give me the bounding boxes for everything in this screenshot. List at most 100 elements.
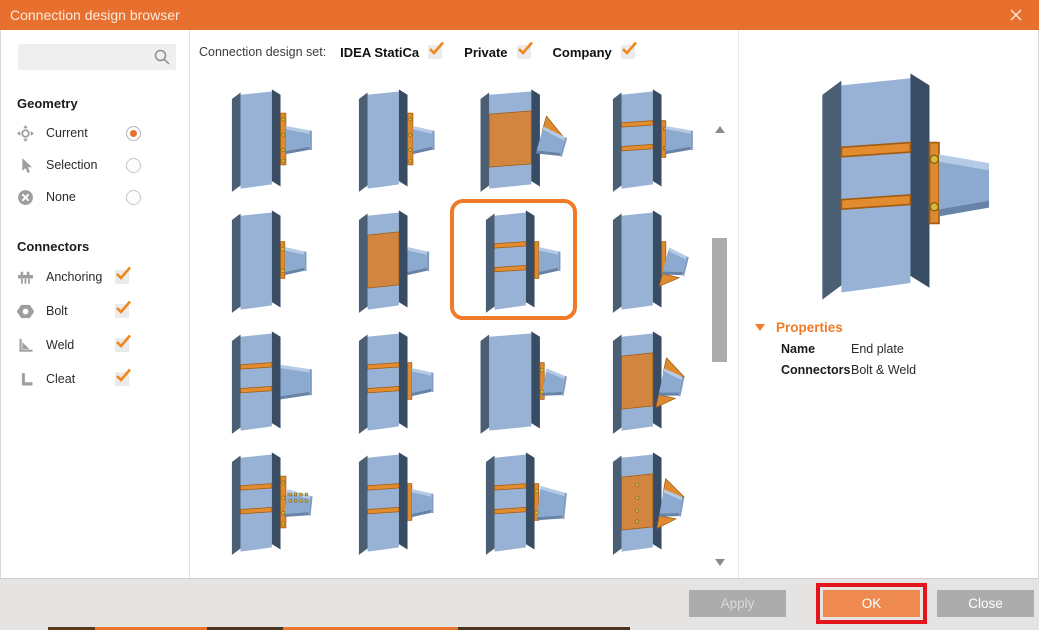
property-row-name: Name End plate: [755, 342, 1038, 356]
connectors-heading: Connectors: [17, 239, 90, 254]
connector-bolt[interactable]: Bolt: [1, 294, 189, 328]
radio-selection[interactable]: [126, 157, 141, 173]
set-label: Company: [552, 44, 612, 60]
thumbnail[interactable]: [323, 320, 450, 441]
connection-thumbnail-image: [612, 209, 689, 313]
properties-section: Properties Name End plate Connectors Bol…: [739, 320, 1038, 377]
collapse-triangle-icon[interactable]: [755, 324, 765, 331]
thumbnail[interactable]: [196, 199, 323, 320]
design-set-label: Connection design set:: [199, 45, 327, 59]
thumbnail[interactable]: [577, 320, 704, 441]
design-set-bar: Connection design set: IDEA StatiCa Priv…: [190, 30, 738, 74]
search-box[interactable]: [18, 44, 176, 70]
thumbnail-selected[interactable]: [450, 199, 577, 320]
set-label: Private: [464, 44, 508, 60]
preview-panel: Properties Name End plate Connectors Bol…: [738, 30, 1038, 578]
property-row-connectors: Connectors Bolt & Weld: [755, 363, 1038, 377]
target-icon: [17, 124, 34, 142]
connection-thumbnail-image: [612, 88, 693, 192]
geometry-option-none[interactable]: None: [1, 181, 189, 213]
scrollbar[interactable]: [712, 120, 728, 568]
connector-anchoring[interactable]: Anchoring: [1, 260, 189, 294]
filter-sidebar: Geometry Current Selection None Connecto…: [1, 30, 190, 578]
connector-weld[interactable]: Weld: [1, 328, 189, 362]
property-value: End plate: [851, 342, 904, 356]
connection-thumbnail-image: [485, 209, 560, 313]
connection-thumbnail-image: [485, 451, 567, 555]
connection-thumbnail-image: [231, 88, 312, 192]
thumbnail[interactable]: [196, 78, 323, 199]
properties-header[interactable]: Properties: [755, 320, 1038, 335]
thumbnail[interactable]: [450, 320, 577, 441]
radio-current[interactable]: [126, 125, 141, 141]
bolt-icon: [16, 303, 35, 320]
checkbox-cleat[interactable]: [115, 368, 131, 386]
connection-thumbnail-image: [231, 330, 312, 434]
thumbnail[interactable]: [323, 441, 450, 562]
thumbnail[interactable]: [196, 441, 323, 562]
thumbnail-grid: [196, 78, 694, 562]
checkbox-anchoring[interactable]: [115, 266, 131, 284]
cleat-icon: [17, 371, 34, 388]
geometry-heading: Geometry: [17, 96, 78, 111]
geometry-option-label: Current: [46, 126, 88, 140]
set-idea-statica[interactable]: IDEA StatiCa: [340, 41, 445, 60]
close-icon[interactable]: [1003, 2, 1029, 28]
scroll-up-icon[interactable]: [715, 126, 725, 133]
ok-highlight-box: OK: [816, 582, 927, 624]
search-icon: [153, 48, 171, 71]
browser-main: Connection design set: IDEA StatiCa Priv…: [190, 30, 738, 578]
anchoring-icon: [17, 269, 34, 286]
thumbnail[interactable]: [577, 441, 704, 562]
checkbox-weld[interactable]: [115, 334, 131, 352]
thumbnail[interactable]: [323, 78, 450, 199]
preview-image: [739, 62, 1038, 304]
ok-button[interactable]: OK: [823, 589, 920, 617]
checkbox-bolt[interactable]: [115, 300, 131, 318]
connection-thumbnail-image: [358, 209, 429, 313]
dialog-title: Connection design browser: [10, 7, 180, 23]
thumbnail[interactable]: [577, 78, 704, 199]
set-label: IDEA StatiCa: [340, 44, 420, 60]
thumbnail[interactable]: [196, 320, 323, 441]
property-value: Bolt & Weld: [851, 363, 917, 377]
thumbnail[interactable]: [577, 199, 704, 320]
properties-heading: Properties: [776, 320, 843, 335]
connection-thumbnail-image: [358, 330, 433, 434]
geometry-option-current[interactable]: Current: [1, 117, 189, 149]
geometry-option-selection[interactable]: Selection: [1, 149, 189, 181]
close-button[interactable]: Close: [937, 589, 1034, 617]
connector-cleat[interactable]: Cleat: [1, 362, 189, 396]
geometry-option-label: None: [46, 190, 76, 204]
connection-design-browser-dialog: Connection design browser Geometry Curre…: [0, 0, 1039, 630]
none-icon: [17, 189, 34, 206]
thumbnail[interactable]: [450, 78, 577, 199]
connection-thumbnail-image: [612, 451, 685, 555]
thumbnail-area: [190, 74, 738, 578]
scrollbar-thumb[interactable]: [712, 238, 727, 362]
connection-thumbnail-image: [612, 330, 685, 434]
thumbnail[interactable]: [450, 441, 577, 562]
property-label: Name: [781, 342, 816, 356]
scroll-down-icon[interactable]: [715, 559, 725, 566]
set-private[interactable]: Private: [464, 41, 533, 60]
connection-thumbnail-image: [231, 451, 313, 555]
connection-thumbnail-image: [480, 330, 567, 434]
geometry-option-label: Selection: [46, 158, 98, 172]
cursor-icon: [17, 157, 34, 174]
dialog-titlebar[interactable]: Connection design browser: [0, 0, 1039, 30]
thumbnail[interactable]: [323, 199, 450, 320]
checkbox-private[interactable]: [516, 41, 533, 59]
connection-thumbnail-image: [480, 88, 567, 192]
connector-label: Bolt: [46, 304, 68, 318]
connector-label: Anchoring: [46, 270, 103, 284]
property-label: Connectors: [781, 363, 851, 377]
checkbox-company[interactable]: [620, 41, 637, 59]
checkbox-idea-statica[interactable]: [428, 41, 445, 59]
set-company[interactable]: Company: [552, 41, 637, 60]
dialog-body: Geometry Current Selection None Connecto…: [0, 30, 1039, 578]
connection-thumbnail-image: [231, 209, 306, 313]
apply-button[interactable]: Apply: [689, 589, 786, 617]
radio-none[interactable]: [126, 189, 141, 205]
connector-label: Weld: [46, 338, 75, 352]
